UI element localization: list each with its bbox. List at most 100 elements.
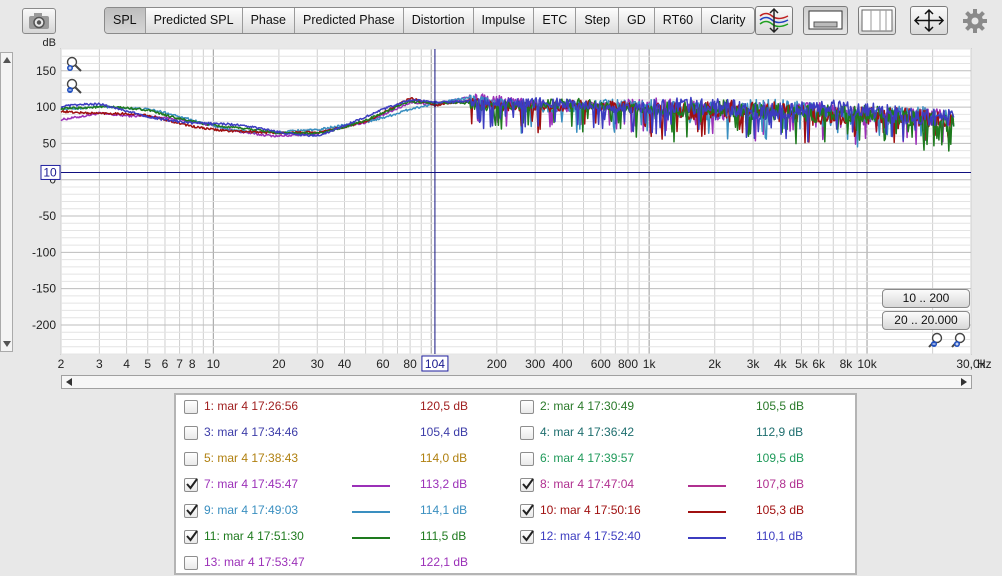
y-tick-label: 150 <box>36 64 56 78</box>
measurement-label[interactable]: 10: mar 4 17:50:16 <box>540 503 641 517</box>
x-tick-label: 400 <box>552 357 572 371</box>
measurement-level: 122,1 dB <box>420 555 469 569</box>
x-tick-label: 5k <box>795 357 809 371</box>
measurement-level: 114,1 dB <box>420 503 468 517</box>
measurement-label[interactable]: 5: mar 4 17:38:43 <box>204 451 298 465</box>
measurement-level: 114,0 dB <box>420 451 468 465</box>
measurement-checkbox[interactable] <box>520 452 534 466</box>
x-tick-label: 2 <box>58 357 65 371</box>
scroll-right-arrow[interactable] <box>961 378 967 386</box>
measurement-label[interactable]: 11: mar 4 17:51:30 <box>204 529 304 543</box>
measurement-label[interactable]: 12: mar 4 17:52:40 <box>540 529 641 543</box>
x-axis-limits-button[interactable] <box>910 6 948 35</box>
y-axis-limits-button[interactable] <box>755 6 793 35</box>
x-axis-unit: Hz <box>977 357 992 371</box>
measurement-color-swatch <box>352 537 390 539</box>
measurement-level: 109,5 dB <box>756 451 805 465</box>
y-axis-limits-icon <box>759 7 789 34</box>
tab-clarity[interactable]: Clarity <box>702 8 753 33</box>
x-tick-label: 200 <box>487 357 507 371</box>
zoom-in-y-button[interactable] <box>66 56 82 72</box>
range-button-20-20000[interactable]: 20 .. 20.000 <box>882 311 970 330</box>
measurement-label[interactable]: 13: mar 4 17:53:47 <box>204 555 305 569</box>
window-layout-button[interactable] <box>858 6 896 35</box>
measurement-checkbox[interactable] <box>520 400 534 414</box>
measurement-checkbox[interactable] <box>184 426 198 440</box>
tab-spl[interactable]: SPL <box>105 8 146 33</box>
measurement-checkbox[interactable] <box>184 452 198 466</box>
measurement-level: 110,1 dB <box>756 529 804 543</box>
measurement-level: 120,5 dB <box>420 399 469 413</box>
measurement-label[interactable]: 7: mar 4 17:45:47 <box>204 477 298 491</box>
controls-button[interactable] <box>803 6 848 35</box>
scroll-left-arrow[interactable] <box>66 378 72 386</box>
measurement-label[interactable]: 9: mar 4 17:49:03 <box>204 503 298 517</box>
x-tick-label: 4 <box>123 357 130 371</box>
cursor-y-readout: 10 <box>43 165 57 179</box>
measurement-checkbox[interactable] <box>520 426 534 440</box>
x-tick-label: 300 <box>525 357 545 371</box>
measurement-label[interactable]: 2: mar 4 17:30:49 <box>540 399 634 413</box>
camera-button[interactable] <box>22 8 56 34</box>
y-tick-label: -50 <box>39 209 57 223</box>
tab-phase[interactable]: Phase <box>243 8 296 33</box>
measurement-level: 113,2 dB <box>420 477 468 491</box>
measurement-checkbox[interactable] <box>184 556 198 570</box>
camera-icon <box>29 13 49 29</box>
measurement-label[interactable]: 4: mar 4 17:36:42 <box>540 425 634 439</box>
x-tick-label: 6 <box>162 357 169 371</box>
x-tick-label: 60 <box>376 357 390 371</box>
tab-predicted-phase[interactable]: Predicted Phase <box>295 8 404 33</box>
measurement-color-swatch <box>688 485 726 487</box>
graph-tab-bar: SPL Predicted SPL Phase Predicted Phase Dist… <box>104 7 755 34</box>
measurement-level: 107,8 dB <box>756 477 805 491</box>
spl-chart[interactable]: 150100500-50-100-150-200dB23456781020304… <box>0 34 1002 374</box>
controls-icon <box>808 10 843 30</box>
y-tick-label: -100 <box>32 245 56 259</box>
measurement-color-swatch <box>688 511 726 513</box>
measurement-checkbox[interactable] <box>184 478 198 492</box>
zoom-in-x-button[interactable] <box>951 332 967 348</box>
y-tick-label: -200 <box>32 318 56 332</box>
zoom-out-x-button[interactable] <box>928 332 944 348</box>
measurement-legend: 1: mar 4 17:26:56 120,5 dB 2: mar 4 17:30:… <box>174 393 857 575</box>
measurement-label[interactable]: 6: mar 4 17:39:57 <box>540 451 634 465</box>
horizontal-scrollbar[interactable] <box>61 375 972 389</box>
tab-etc[interactable]: ETC <box>534 8 577 33</box>
tab-rt60[interactable]: RT60 <box>655 8 703 33</box>
settings-button[interactable] <box>962 8 988 34</box>
tab-predicted-spl[interactable]: Predicted SPL <box>146 8 243 33</box>
range-button-10-200[interactable]: 10 .. 200 <box>882 289 970 308</box>
measurement-label[interactable]: 1: mar 4 17:26:56 <box>204 399 298 413</box>
measurement-level: 105,4 dB <box>420 425 469 439</box>
y-tick-label: 50 <box>43 136 57 150</box>
measurement-checkbox[interactable] <box>184 504 198 518</box>
x-tick-label: 30 <box>311 357 325 371</box>
measurement-checkbox[interactable] <box>184 400 198 414</box>
magnifier-plus-icon <box>66 56 82 72</box>
x-tick-label: 40 <box>338 357 352 371</box>
x-tick-label: 7 <box>176 357 183 371</box>
zoom-out-y-button[interactable] <box>66 78 82 94</box>
tab-distortion[interactable]: Distortion <box>404 8 474 33</box>
tab-step[interactable]: Step <box>576 8 620 33</box>
cursor-x-readout: 104 <box>425 357 445 371</box>
measurement-label[interactable]: 3: mar 4 17:34:46 <box>204 425 298 439</box>
y-axis-label: dB <box>43 37 56 49</box>
measurement-checkbox[interactable] <box>184 530 198 544</box>
measurement-color-swatch <box>352 485 390 487</box>
measurement-label[interactable]: 8: mar 4 17:47:04 <box>540 477 634 491</box>
measurement-checkbox[interactable] <box>520 478 534 492</box>
measurement-checkbox[interactable] <box>520 530 534 544</box>
tab-impulse[interactable]: Impulse <box>474 8 535 33</box>
x-tick-label: 8 <box>189 357 196 371</box>
tab-gd[interactable]: GD <box>619 8 655 33</box>
measurement-level: 111,5 dB <box>420 529 467 543</box>
x-tick-label: 6k <box>812 357 826 371</box>
measurement-level: 105,3 dB <box>756 503 805 517</box>
measurement-checkbox[interactable] <box>520 504 534 518</box>
x-tick-label: 20 <box>272 357 286 371</box>
magnifier-minus-icon <box>66 78 82 94</box>
x-tick-label: 80 <box>403 357 417 371</box>
x-tick-label: 5 <box>144 357 151 371</box>
